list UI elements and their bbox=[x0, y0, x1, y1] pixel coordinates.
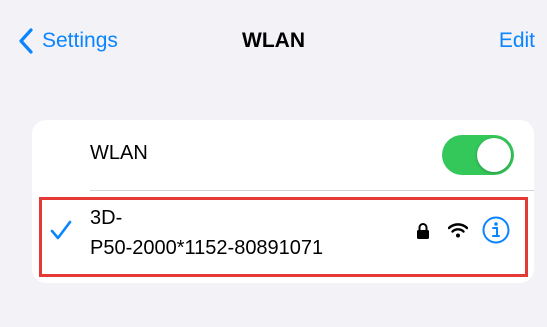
edit-button[interactable]: Edit bbox=[499, 29, 535, 53]
wlan-label: WLAN bbox=[90, 142, 148, 164]
page-title: WLAN bbox=[242, 29, 305, 52]
highlight-box bbox=[39, 197, 528, 277]
wlan-toggle-row: WLAN bbox=[32, 120, 534, 190]
toggle-knob bbox=[477, 138, 511, 172]
navigation-bar: Settings WLAN Edit bbox=[0, 0, 547, 80]
wlan-toggle[interactable] bbox=[442, 135, 514, 175]
